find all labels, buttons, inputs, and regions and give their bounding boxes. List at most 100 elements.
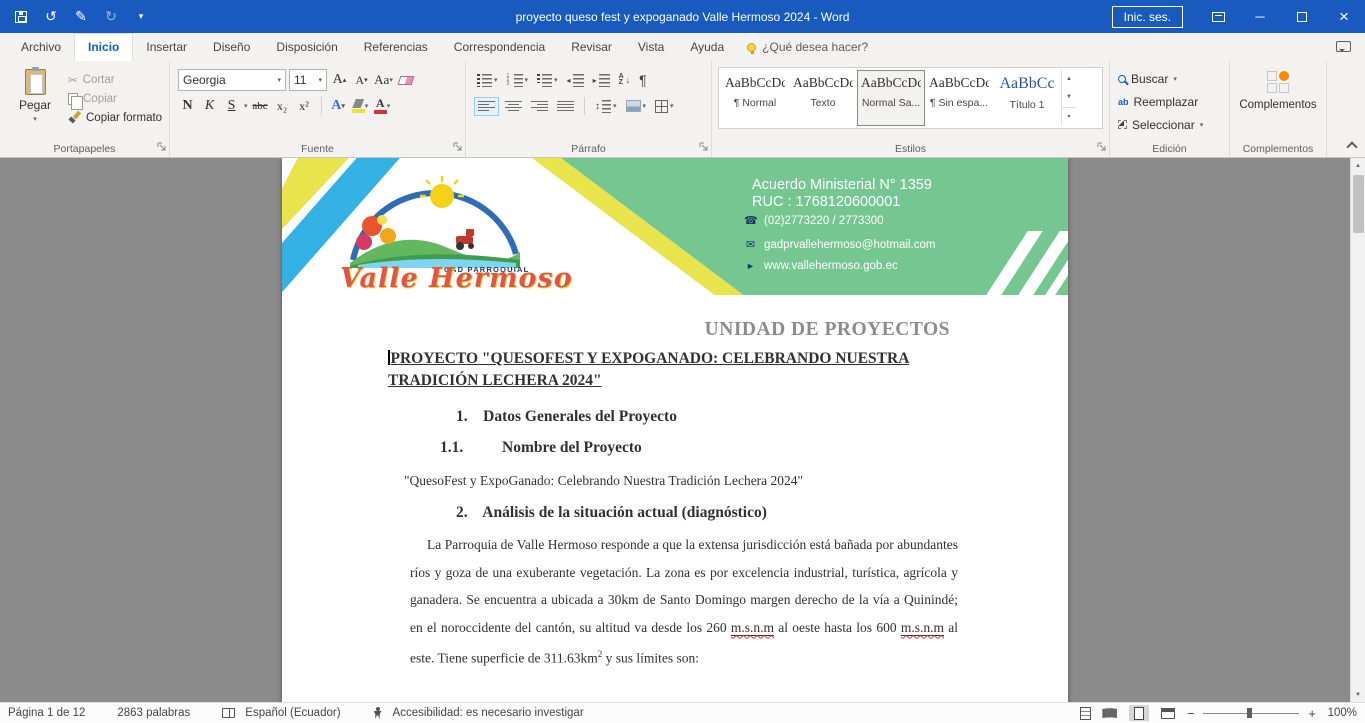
zoom-in-button[interactable]: + — [1308, 706, 1316, 721]
accessibility-status[interactable]: Accesibilidad: es necesario investigar — [393, 707, 584, 719]
print-layout-icon[interactable] — [1129, 705, 1149, 721]
vertical-scrollbar[interactable]: ▲ ▼ — [1350, 158, 1365, 702]
addins-button[interactable]: Complementos — [1239, 67, 1316, 139]
line-spacing-button[interactable]: ↕▾ — [592, 98, 620, 115]
body-paragraph[interactable]: La Parroquia de Valle Hermoso responde a… — [410, 531, 958, 672]
underline-dropdown-icon[interactable]: ▾ — [244, 102, 248, 110]
font-dialog-launcher-icon[interactable] — [453, 140, 462, 154]
heading-analisis-situacion[interactable]: 2. Análisis de la situación actual (diag… — [456, 504, 1068, 522]
numbering-button[interactable]: 123▾ — [504, 72, 532, 89]
tab-vista[interactable]: Vista — [625, 34, 677, 61]
subscript-button[interactable]: x₂ — [273, 95, 292, 117]
replace-button[interactable]: abReemplazar — [1118, 90, 1225, 113]
minimize-button[interactable]: ─ — [1239, 0, 1281, 33]
grow-font-button[interactable]: A▴ — [330, 69, 349, 91]
show-paragraph-marks-button[interactable]: ¶ — [636, 70, 650, 90]
collapse-ribbon-icon[interactable] — [1346, 141, 1357, 152]
maximize-button[interactable] — [1281, 0, 1323, 33]
style-sin-espaciado[interactable]: AaBbCcDc ¶ Sin espa... — [925, 70, 993, 126]
undo-icon[interactable]: ↺ — [44, 8, 58, 25]
tab-insertar[interactable]: Insertar — [133, 34, 200, 61]
scroll-down-icon[interactable]: ▼ — [1351, 687, 1365, 702]
paragraph-dialog-launcher-icon[interactable] — [699, 140, 708, 154]
superscript-button[interactable]: x² — [295, 95, 314, 117]
increase-indent-button[interactable]: ▸ — [590, 72, 613, 89]
find-dropdown-icon[interactable]: ▾ — [1173, 75, 1177, 83]
text-effects-button[interactable]: A▾ — [329, 95, 348, 117]
change-case-button[interactable]: Aa▾ — [374, 69, 393, 91]
font-size-dropdown-icon[interactable]: ▾ — [314, 76, 322, 84]
tell-me-box[interactable]: ¿Qué desea hacer? — [737, 34, 878, 61]
select-dropdown-icon[interactable]: ▾ — [1200, 121, 1204, 129]
tab-revisar[interactable]: Revisar — [558, 34, 625, 61]
tab-archivo[interactable]: Archivo — [8, 34, 74, 61]
save-icon[interactable] — [14, 11, 28, 23]
read-mode-icon[interactable] — [1100, 705, 1120, 721]
align-right-button[interactable] — [528, 98, 551, 115]
clipboard-dialog-launcher-icon[interactable] — [157, 140, 166, 154]
copy-button[interactable]: Copiar — [68, 93, 162, 105]
font-color-button[interactable]: A▾ — [373, 95, 392, 117]
styles-dialog-launcher-icon[interactable] — [1097, 140, 1106, 154]
styles-more-icon[interactable]: ▾ — [1062, 107, 1076, 126]
clear-formatting-button[interactable] — [396, 69, 415, 91]
borders-button[interactable]: ▾ — [652, 98, 677, 115]
find-button[interactable]: Buscar▾ — [1118, 67, 1225, 90]
shading-button[interactable]: ▾ — [623, 98, 650, 114]
zoom-slider-thumb[interactable] — [1247, 708, 1252, 718]
focus-mode-icon[interactable] — [1080, 707, 1091, 720]
zoom-out-button[interactable]: − — [1187, 706, 1195, 721]
bullets-button[interactable]: ▾ — [474, 72, 501, 89]
font-color-dropdown-icon[interactable]: ▾ — [387, 102, 391, 110]
zoom-level[interactable]: 100% — [1325, 707, 1357, 719]
ribbon-display-options-icon[interactable] — [1197, 0, 1239, 33]
redo-icon[interactable]: ↻ — [104, 8, 118, 25]
font-name-dropdown-icon[interactable]: ▾ — [273, 76, 281, 84]
style-texto[interactable]: AaBbCcDc Texto — [789, 70, 857, 126]
tab-diseno[interactable]: Diseño — [200, 34, 263, 61]
feedback-icon[interactable] — [1336, 41, 1351, 52]
word-count[interactable]: 2863 palabras — [117, 707, 190, 719]
web-layout-icon[interactable] — [1158, 705, 1178, 721]
decrease-indent-button[interactable]: ◂ — [564, 72, 587, 89]
tab-disposicion[interactable]: Disposición — [263, 34, 350, 61]
styles-scroll-up-icon[interactable]: ▲ — [1062, 70, 1076, 88]
highlight-dropdown-icon[interactable]: ▾ — [365, 102, 369, 110]
scrollbar-thumb[interactable] — [1353, 175, 1364, 233]
language-indicator[interactable]: Español (Ecuador) — [245, 707, 340, 719]
italic-button[interactable]: K — [200, 95, 219, 117]
paste-dropdown-icon[interactable]: ▾ — [33, 115, 37, 123]
tab-correspondencia[interactable]: Correspondencia — [441, 34, 558, 61]
font-size-combo[interactable]: 11▾ — [289, 69, 327, 91]
style-normal-sa-selected[interactable]: AaBbCcDc Normal Sa... — [857, 70, 925, 126]
highlight-button[interactable]: ▾ — [351, 95, 370, 117]
cut-button[interactable]: ✂Cortar — [68, 73, 162, 87]
close-button[interactable]: × — [1323, 0, 1365, 33]
tab-inicio[interactable]: Inicio — [74, 33, 133, 61]
document-page[interactable]: GAD PARROQUIAL Valle Hermoso Acuerdo Min… — [282, 158, 1068, 702]
align-left-button[interactable] — [474, 97, 499, 116]
page-indicator[interactable]: Página 1 de 12 — [8, 707, 85, 719]
multilevel-list-button[interactable]: ▾ — [534, 72, 561, 89]
paste-button[interactable]: Pegar ▾ — [8, 67, 62, 139]
strikethrough-button[interactable]: abc — [251, 95, 270, 117]
select-button[interactable]: Seleccionar▾ — [1118, 113, 1225, 136]
customize-qat-icon[interactable]: ▾ — [134, 11, 148, 22]
shrink-font-button[interactable]: A▾ — [352, 69, 371, 91]
project-title[interactable]: PROYECTO "QUESOFEST Y EXPOGANADO: CELEBR… — [388, 348, 958, 392]
tab-ayuda[interactable]: Ayuda — [677, 34, 737, 61]
bold-button[interactable]: N — [178, 95, 197, 117]
styles-scroll-down-icon[interactable]: ▼ — [1062, 88, 1076, 106]
style-titulo-1[interactable]: AaBbCc Título 1 — [993, 70, 1061, 126]
align-center-button[interactable] — [502, 98, 525, 115]
editing-pen-icon[interactable]: ✎ — [74, 8, 88, 25]
format-painter-button[interactable]: Copiar formato — [68, 111, 162, 124]
font-name-combo[interactable]: Georgia▾ — [178, 69, 286, 91]
style-normal[interactable]: AaBbCcDc ¶ Normal — [721, 70, 789, 126]
sort-button[interactable]: AZ↓ — [616, 72, 634, 89]
scroll-up-icon[interactable]: ▲ — [1351, 158, 1365, 173]
tab-referencias[interactable]: Referencias — [351, 34, 441, 61]
proofing-book-icon[interactable] — [222, 708, 235, 718]
zoom-slider[interactable] — [1203, 707, 1299, 719]
project-name-quote[interactable]: "QuesoFest y ExpoGanado: Celebrando Nues… — [404, 473, 1068, 489]
